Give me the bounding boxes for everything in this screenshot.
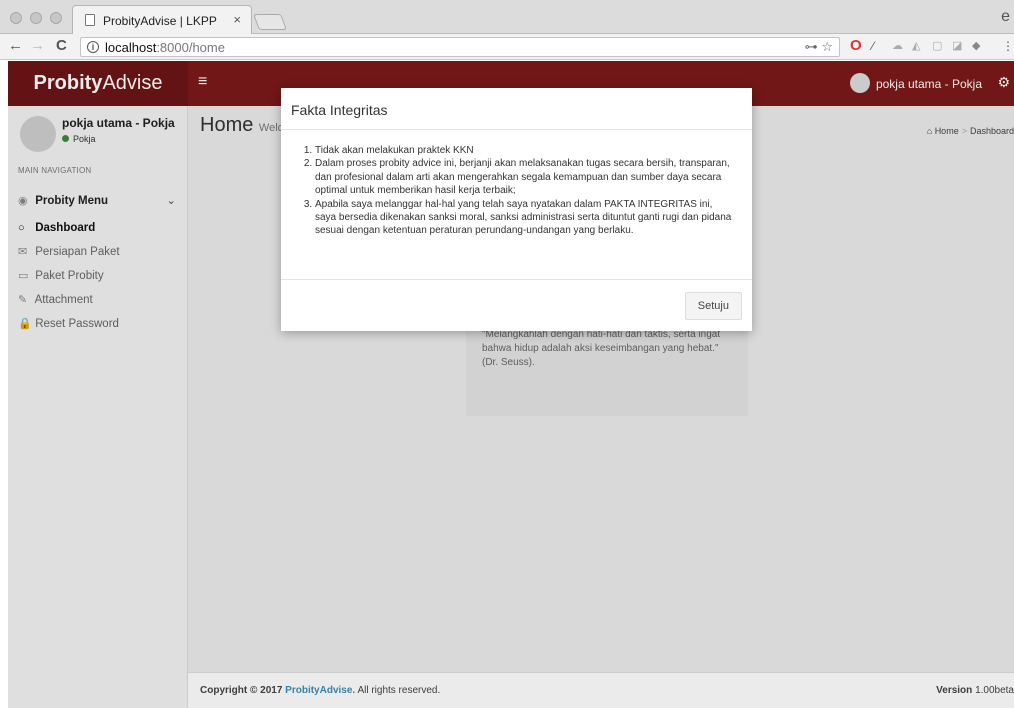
browser-toolbar: ← → C i localhost:8000/home ⊶ ☆ O ⁄ ☁ ◭ … xyxy=(0,34,1014,60)
cloud-icon[interactable]: ☁ xyxy=(892,38,903,54)
page-icon xyxy=(85,14,95,26)
integrity-list: Tidak akan melakukan praktek KKN Dalam p… xyxy=(301,144,732,238)
extension-icon[interactable]: ◆ xyxy=(972,38,980,54)
window-minimize-button[interactable] xyxy=(30,12,42,24)
modal-title: Fakta Integritas xyxy=(281,88,752,130)
bookmark-icons: ⊶ ☆ xyxy=(805,39,833,55)
modal-body: Tidak akan melakukan praktek KKN Dalam p… xyxy=(281,130,752,280)
key-icon[interactable]: ⊶ xyxy=(805,39,818,54)
profile-icon[interactable]: e xyxy=(1001,8,1010,26)
setuju-button[interactable]: Setuju xyxy=(684,292,742,320)
extension-icon[interactable]: ▢ xyxy=(932,38,942,54)
window-close-button[interactable] xyxy=(10,12,22,24)
modal-footer: Setuju xyxy=(281,280,752,330)
star-icon[interactable]: ☆ xyxy=(821,39,833,54)
browser-tab[interactable]: ProbityAdvise | LKPP × xyxy=(72,5,252,34)
list-item: Tidak akan melakukan praktek KKN xyxy=(315,144,732,157)
back-icon[interactable]: ← xyxy=(8,38,23,54)
browser-tabstrip: ProbityAdvise | LKPP × e xyxy=(0,0,1014,34)
window-zoom-button[interactable] xyxy=(50,12,62,24)
url-text: localhost:8000/home xyxy=(105,40,225,55)
tab-close-icon[interactable]: × xyxy=(233,12,241,27)
list-item: Apabila saya melanggar hal-hal yang tela… xyxy=(315,198,732,238)
fakta-integritas-modal: Fakta Integritas Tidak akan melakukan pr… xyxy=(281,88,752,331)
browser-menu-icon[interactable]: ⋮ xyxy=(1002,38,1014,54)
tab-title: ProbityAdvise | LKPP xyxy=(103,14,217,28)
extension-icon[interactable]: ◭ xyxy=(912,38,920,54)
extension-icon[interactable]: ◪ xyxy=(952,38,962,54)
extension-icon[interactable]: ⁄ xyxy=(872,38,874,54)
info-icon[interactable]: i xyxy=(87,41,99,53)
forward-icon[interactable]: → xyxy=(30,38,45,54)
new-tab-button[interactable] xyxy=(253,14,287,30)
address-bar[interactable]: i localhost:8000/home ⊶ ☆ xyxy=(80,37,840,57)
opera-icon[interactable]: O xyxy=(850,38,862,54)
list-item: Dalam proses probity advice ini, berjanj… xyxy=(315,157,732,197)
reload-icon[interactable]: C xyxy=(56,38,67,54)
